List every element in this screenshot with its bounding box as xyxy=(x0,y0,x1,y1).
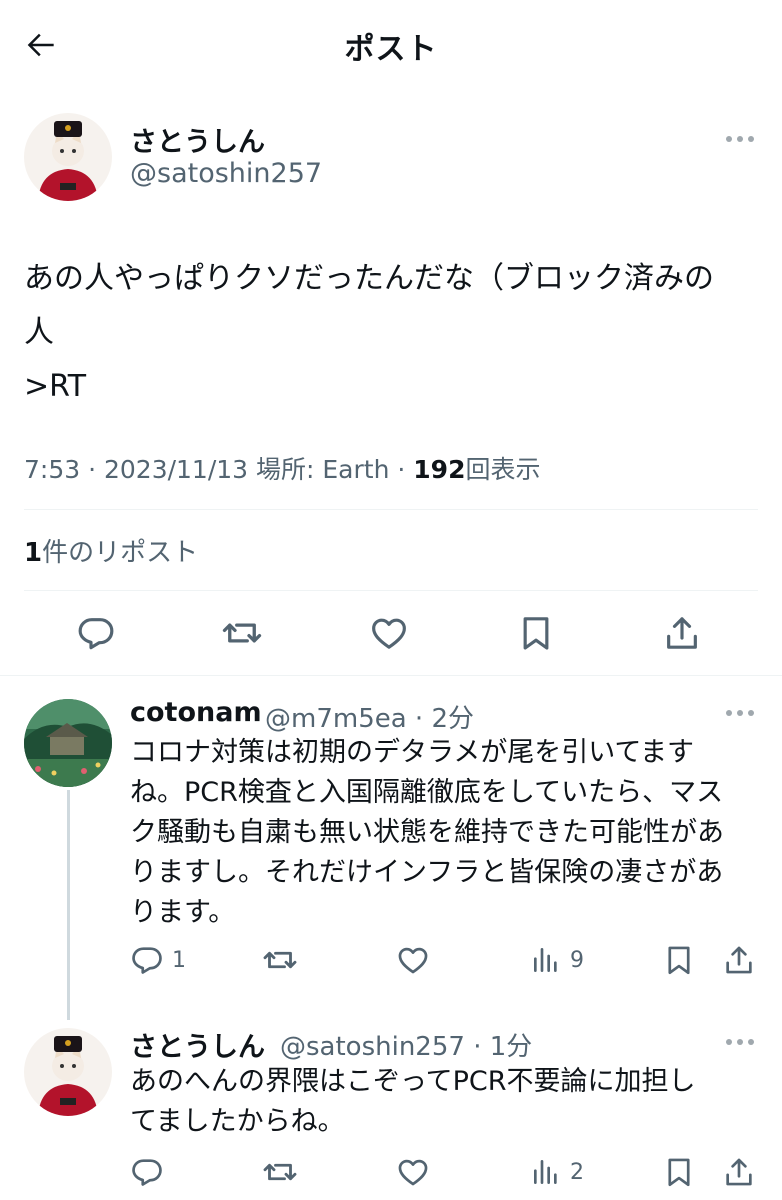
more-button[interactable] xyxy=(720,698,760,728)
speech-bubble-icon xyxy=(132,1159,162,1186)
views-label: 回表示 xyxy=(465,455,541,484)
divider xyxy=(24,590,758,591)
views-button[interactable]: 2 xyxy=(530,1154,584,1190)
reply-text-line: ります。 xyxy=(130,897,236,928)
share-button[interactable] xyxy=(722,1154,756,1190)
like-button[interactable] xyxy=(396,1154,430,1190)
post-text-line: あの人やっぱりクソだったんだな（ブロック済みの xyxy=(24,261,714,296)
repost-arrows-icon xyxy=(263,1163,297,1181)
reply-author-name[interactable]: cotonam xyxy=(130,697,262,728)
post-text-line: >RT xyxy=(24,369,87,404)
repost-button[interactable] xyxy=(262,942,298,978)
divider xyxy=(0,675,782,676)
share-upload-icon xyxy=(726,946,752,974)
speech-bubble-icon xyxy=(78,618,114,650)
share-button[interactable] xyxy=(722,942,756,978)
post-meta: 7:53 · 2023/11/13 場所: Earth · 192回表示 xyxy=(24,450,540,486)
reply-text-line: コロナ対策は初期のデタラメが尾を引いてます xyxy=(130,737,695,768)
repost-arrows-icon xyxy=(222,623,262,643)
reposts-label: 件のリポスト xyxy=(42,538,199,568)
divider xyxy=(24,509,758,510)
page-title: ポスト xyxy=(344,32,438,67)
like-button[interactable] xyxy=(396,942,430,978)
cat-avatar-icon xyxy=(24,113,112,201)
bookmark-button[interactable] xyxy=(662,942,696,978)
more-button[interactable] xyxy=(720,1027,760,1057)
repost-arrows-icon xyxy=(263,951,297,969)
share-button[interactable] xyxy=(658,609,706,657)
bar-chart-icon xyxy=(534,1160,557,1184)
reply-handle-time[interactable]: @satoshin257 · 1分 xyxy=(280,1026,532,1063)
author-handle[interactable]: @satoshin257 xyxy=(130,158,322,189)
views-button[interactable]: 9 xyxy=(530,942,584,978)
bookmark-button[interactable] xyxy=(662,1154,696,1190)
reposts-link[interactable]: 1件のリポスト xyxy=(24,532,198,569)
heart-icon xyxy=(372,618,406,649)
author-name[interactable]: さとうしん xyxy=(130,120,265,159)
reply-author-name[interactable]: さとうしん xyxy=(130,1025,265,1064)
more-dots-icon xyxy=(726,136,754,142)
more-dots-icon xyxy=(726,1039,754,1045)
bookmark-icon xyxy=(523,617,549,650)
heart-icon xyxy=(398,947,428,974)
top-bar: ポスト xyxy=(0,0,782,90)
reply-text-line: ク騒動も自粛も無い状態を維持できた可能性があ xyxy=(130,817,724,848)
speech-bubble-icon xyxy=(132,947,162,974)
reply-text-line: ね。PCR検査と入国隔離徹底をしていたら、マス xyxy=(130,777,724,808)
cat-avatar-icon xyxy=(24,1028,112,1116)
views-count: 2 xyxy=(570,1159,584,1185)
bar-chart-icon xyxy=(534,948,557,972)
reply-button[interactable]: 1 xyxy=(130,942,186,978)
reply-count: 1 xyxy=(172,947,186,973)
avatar[interactable] xyxy=(24,1028,112,1116)
reply-text-line: りますし。それだけインフラと皆保険の凄さがあ xyxy=(130,857,724,888)
like-button[interactable] xyxy=(365,609,413,657)
reply-text-line: あのへんの界隈はこぞってPCR不要論に加担し xyxy=(130,1066,696,1097)
reply-button[interactable] xyxy=(72,609,120,657)
heart-icon xyxy=(398,1159,428,1186)
reply-handle-time[interactable]: @m7m5ea · 2分 xyxy=(265,698,474,735)
reply-text: あのへんの界隈はこぞってPCR不要論に加担し てましたからね。 xyxy=(130,1062,760,1142)
bookmark-icon xyxy=(668,946,690,975)
post-timestamp[interactable]: 7:53 · 2023/11/13 場所: Earth · xyxy=(24,455,413,484)
thread-line xyxy=(67,790,70,1020)
views-count: 9 xyxy=(570,947,584,973)
bookmark-button[interactable] xyxy=(512,609,560,657)
avatar[interactable] xyxy=(24,699,112,787)
reply-button[interactable] xyxy=(130,1154,172,1190)
repost-button[interactable] xyxy=(218,609,266,657)
post-text: あの人やっぱりクソだったんだな（ブロック済みの 人 >RT xyxy=(24,252,764,414)
landscape-avatar-icon xyxy=(24,699,112,787)
share-upload-icon xyxy=(726,1158,752,1186)
more-dots-icon xyxy=(726,710,754,716)
post-text-line: 人 xyxy=(24,315,54,350)
views-count: 192 xyxy=(413,455,466,484)
bookmark-icon xyxy=(668,1158,690,1187)
reply-text-line: てましたからね。 xyxy=(130,1106,345,1137)
reply-text: コロナ対策は初期のデタラメが尾を引いてます ね。PCR検査と入国隔離徹底をしてい… xyxy=(130,733,760,933)
avatar[interactable] xyxy=(24,113,112,201)
reposts-count: 1 xyxy=(24,538,43,568)
share-upload-icon xyxy=(667,617,697,649)
more-button[interactable] xyxy=(720,124,760,154)
repost-button[interactable] xyxy=(262,1154,298,1190)
